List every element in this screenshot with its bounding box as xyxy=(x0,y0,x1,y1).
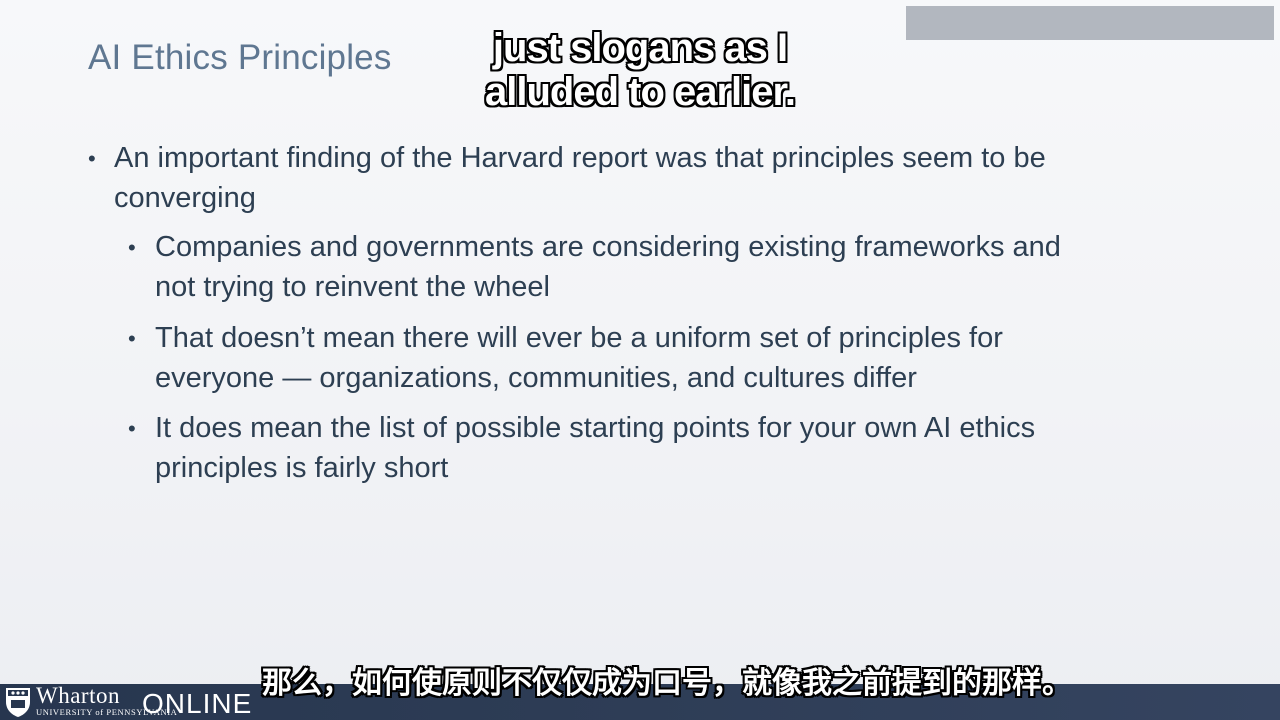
bullet-3-line-2: everyone — organizations, communities, a… xyxy=(155,362,917,394)
bullet-item-4: It does mean the list of possible starti… xyxy=(155,408,1035,488)
bullet-item-1: An important finding of the Harvard repo… xyxy=(114,138,1046,218)
bullet-2-line-1: Companies and governments are considerin… xyxy=(155,231,1061,263)
wharton-logo-text: Wharton xyxy=(36,683,120,708)
slide: AI Ethics Principles just slogans as I a… xyxy=(0,0,1280,720)
bullet-list: • An important finding of the Harvard re… xyxy=(0,0,1280,720)
penn-shield-icon xyxy=(6,688,30,717)
bullet-4-line-1: It does mean the list of possible starti… xyxy=(155,412,1036,444)
chinese-subtitle: 那么，如何使原则不仅仅成为口号，就像我之前提到的那样。 xyxy=(262,666,1072,701)
bullet-1-line-1: An important finding of the Harvard repo… xyxy=(114,142,1046,174)
bullet-3-line-1: That doesn’t mean there will ever be a u… xyxy=(155,322,1003,354)
sub-bullet-dot: • xyxy=(128,235,136,260)
bullet-1-line-2: converging xyxy=(114,182,256,214)
online-logo-text: ONLINE xyxy=(142,688,253,719)
bullet-item-3: That doesn’t mean there will ever be a u… xyxy=(155,318,1003,398)
sub-bullet-dot: • xyxy=(128,326,136,351)
sub-bullet-dot: • xyxy=(128,416,136,441)
bullet-item-2: Companies and governments are considerin… xyxy=(155,227,1061,307)
bullet-2-line-2: not trying to reinvent the wheel xyxy=(155,271,550,303)
bullet-dot: • xyxy=(88,146,96,171)
bullet-4-line-2: principles is fairly short xyxy=(155,452,449,484)
